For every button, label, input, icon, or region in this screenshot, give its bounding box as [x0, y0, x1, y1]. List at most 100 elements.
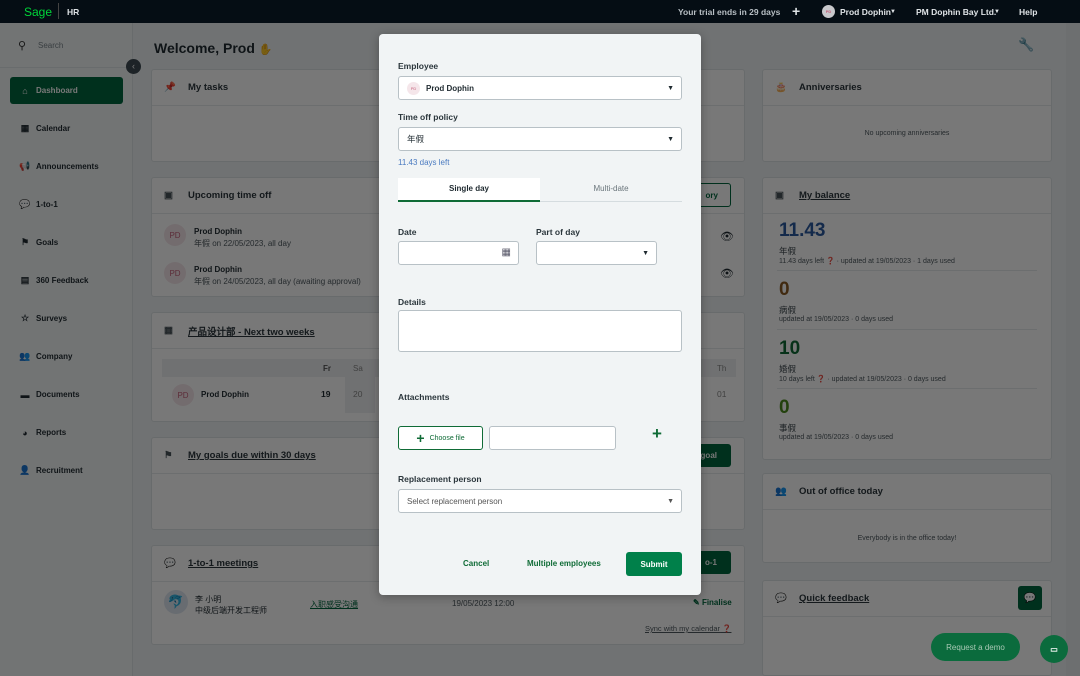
tab-single-day[interactable]: Single day	[398, 178, 540, 202]
page-title: Welcome, Prod ✋	[154, 40, 272, 56]
sidebar-item-label: Company	[36, 352, 73, 361]
chat-widget-icon[interactable]: ▭	[1040, 635, 1068, 663]
balance-info: 10 days left ❓ · updated at 19/05/2023 ·…	[779, 376, 946, 383]
wrench-icon[interactable]: 🔧	[1018, 37, 1034, 53]
sidebar-item-dashboard[interactable]: ⌂ Dashboard	[10, 77, 123, 104]
date-cell: 19	[321, 389, 331, 399]
folder-icon: ▬	[20, 389, 30, 400]
add-icon[interactable]: +	[792, 3, 800, 19]
balance-info: updated at 19/05/2023 · 0 days used	[779, 434, 894, 441]
chevron-down-icon: ▼	[667, 136, 674, 143]
policy-name: 年假	[779, 246, 797, 256]
card-title-link[interactable]: Quick feedback	[799, 593, 869, 604]
part-of-day-select[interactable]: ▼	[536, 241, 657, 265]
chevron-down-icon: ▼	[667, 498, 674, 505]
sidebar-item-360-feedback[interactable]: ▤ 360 Feedback	[10, 267, 123, 294]
sidebar: ⚲ Search ⌂ Dashboard ▦ Calendar 📢 Announcemen…	[0, 23, 133, 676]
day-header: Fr	[323, 364, 331, 373]
eye-icon[interactable]: 👁	[720, 230, 734, 243]
choose-file-button[interactable]: + Choose file	[398, 426, 483, 450]
star-icon: ☆	[20, 313, 30, 323]
sidebar-item-recruitment[interactable]: 👤 Recruitment	[10, 457, 123, 484]
give-feedback-button[interactable]: 💬	[1018, 586, 1042, 610]
sidebar-item-label: Surveys	[36, 314, 68, 323]
chat-icon: 💬	[19, 199, 31, 209]
users-icon: 👥	[775, 486, 787, 497]
welcome-text: Welcome, Prod	[154, 40, 255, 56]
scrollbar[interactable]	[1066, 23, 1080, 676]
add-attachment-icon[interactable]: +	[652, 424, 662, 444]
card-title-link[interactable]: My goals due within 30 days	[188, 450, 316, 461]
collapse-sidebar-button[interactable]: ‹	[126, 59, 141, 74]
sidebar-item-calendar[interactable]: ▦ Calendar	[10, 115, 123, 142]
balance-value: 0	[779, 397, 790, 418]
file-name-input[interactable]	[489, 426, 616, 450]
date-cell: 20	[353, 389, 363, 399]
calendar-icon: ▦	[164, 325, 173, 336]
sidebar-item-surveys[interactable]: ☆ Surveys	[10, 305, 123, 332]
wave-icon: ✋	[258, 44, 273, 56]
divider	[777, 388, 1037, 389]
chevron-down-icon: ▼	[642, 250, 649, 257]
finalise-label: Finalise	[701, 598, 732, 607]
days-left-text: 11.43 days left	[398, 158, 450, 167]
search-input[interactable]: Search	[38, 41, 63, 50]
eye-icon[interactable]: 👁	[720, 267, 734, 280]
part-of-day-label: Part of day	[536, 227, 580, 237]
request-demo-button[interactable]: Request a demo	[931, 633, 1020, 661]
sage-logo[interactable]: Sage	[24, 5, 52, 19]
empty-message: Everybody is in the office today!	[857, 535, 957, 542]
plus-icon: +	[416, 430, 425, 446]
user-avatar[interactable]: PD	[822, 5, 835, 18]
multiple-employees-button[interactable]: Multiple employees	[527, 559, 601, 568]
replacement-select[interactable]: Select replacement person ▼	[398, 489, 682, 513]
sidebar-item-label: 360 Feedback	[36, 276, 89, 285]
chat-icon: 💬	[164, 558, 176, 569]
company-menu[interactable]: PM Dophin Bay Ltd.	[916, 7, 996, 17]
choose-file-label: Choose file	[429, 434, 465, 442]
sidebar-item-documents[interactable]: ▬ Documents	[10, 381, 123, 408]
chevron-down-icon: ▼	[667, 85, 674, 92]
date-input[interactable]: ▦	[398, 241, 519, 265]
calendar-icon[interactable]: ▦	[502, 247, 511, 258]
sidebar-item-company[interactable]: 👥 Company	[10, 343, 123, 370]
employee-select[interactable]: PD Prod Dophin ▼	[398, 76, 682, 100]
card-title-link[interactable]: 1-to-1 meetings	[188, 558, 258, 569]
sidebar-item-goals[interactable]: ⚑ Goals	[10, 229, 123, 256]
tab-multi-date[interactable]: Multi-date	[540, 178, 682, 202]
sidebar-item-announcements[interactable]: 📢 Announcements	[10, 153, 123, 180]
details-textarea[interactable]	[398, 310, 682, 352]
user-menu[interactable]: Prod Dophin	[840, 7, 891, 17]
person-name: Prod Dophin	[201, 390, 249, 399]
sync-calendar-link[interactable]: Sync with my calendar ❓	[645, 624, 731, 633]
submit-button[interactable]: Submit	[626, 552, 682, 576]
cancel-button[interactable]: Cancel	[463, 559, 489, 568]
card-title-link[interactable]: 产品设计部 - Next two weeks	[188, 324, 315, 338]
policy-label: Time off policy	[398, 112, 458, 122]
divider	[58, 3, 59, 19]
policy-select[interactable]: 年假 ▼	[398, 127, 682, 151]
trial-notice[interactable]: Your trial ends in 29 days	[678, 7, 780, 17]
time-off-request-modal: Employee PD Prod Dophin ▼ Time off policy…	[379, 34, 701, 595]
users-icon: 👥	[19, 351, 31, 361]
megaphone-icon: 📢	[19, 161, 31, 171]
sidebar-item-1-to-1[interactable]: 💬 1-to-1	[10, 191, 123, 218]
card-title: Anniversaries	[799, 82, 862, 93]
cake-icon: 🎂	[775, 82, 787, 93]
sidebar-item-reports[interactable]: ◕ Reports	[10, 419, 123, 446]
time-off-detail: 年假 on 24/05/2023, all day (awaiting appr…	[194, 277, 361, 286]
avatar: 🐬	[164, 590, 188, 614]
employee-label: Employee	[398, 61, 439, 71]
meeting-topic-link[interactable]: 入职感受沟通	[310, 599, 358, 610]
card-title-link[interactable]: My balance	[799, 190, 850, 201]
finalise-button[interactable]: ✎ Finalise	[693, 598, 732, 607]
sidebar-item-label: Dashboard	[36, 86, 78, 95]
chevron-down-icon: ▼	[890, 9, 896, 15]
balance-value: 10	[779, 338, 801, 359]
card-title: Out of office today	[799, 486, 883, 497]
avatar: PD	[164, 262, 186, 284]
sidebar-item-label: Documents	[36, 390, 80, 399]
help-link[interactable]: Help	[1019, 7, 1037, 17]
calendar-icon: ▦	[20, 123, 30, 133]
calendar-x-icon: ▣	[164, 190, 173, 201]
